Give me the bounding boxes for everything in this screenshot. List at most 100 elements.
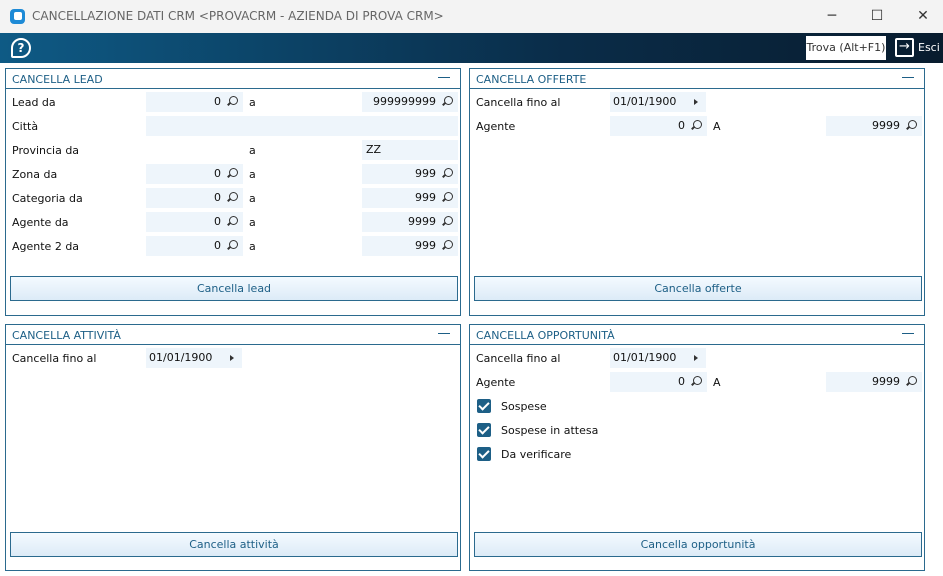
window-title: CANCELLAZIONE DATI CRM <PROVACRM - AZIEN… xyxy=(32,9,444,23)
agent-from-input[interactable]: 0 xyxy=(610,372,707,392)
checkbox-label: Sospese in attesa xyxy=(501,424,599,437)
agent-from-input[interactable]: 0 xyxy=(610,116,707,136)
range-to-input[interactable]: 999 xyxy=(362,164,458,184)
value: 999 xyxy=(415,191,436,204)
collapse-icon[interactable] xyxy=(438,77,450,78)
value: 0 xyxy=(214,239,221,252)
range-from-input[interactable]: 0 xyxy=(146,92,243,112)
search-icon[interactable] xyxy=(693,376,702,385)
agent-to-input[interactable]: 9999 xyxy=(826,372,922,392)
range-to-input[interactable]: 999999999 xyxy=(362,92,458,112)
search-icon[interactable] xyxy=(229,240,238,249)
date-arrow-icon[interactable] xyxy=(230,355,234,361)
search-icon[interactable] xyxy=(229,168,238,177)
date-arrow-icon[interactable] xyxy=(694,99,698,105)
minimize-button[interactable]: ─ xyxy=(817,6,847,26)
range-from-input[interactable] xyxy=(146,140,243,160)
agent-to-input[interactable]: 9999 xyxy=(826,116,922,136)
date-value: 01/01/1900 xyxy=(613,351,677,364)
date-field[interactable]: 01/01/1900 xyxy=(146,348,242,368)
checkbox-sospese[interactable] xyxy=(477,399,491,413)
search-icon[interactable] xyxy=(444,240,453,249)
range-from-input[interactable]: 0 xyxy=(146,188,243,208)
value: 0 xyxy=(678,119,685,132)
value: 0 xyxy=(678,375,685,388)
row-label: Zona da xyxy=(12,168,58,181)
value: 0 xyxy=(214,167,221,180)
date-field[interactable]: 01/01/1900 xyxy=(610,92,706,112)
panel-title: CANCELLA OFFERTE xyxy=(476,73,587,86)
value: 999999999 xyxy=(373,95,436,108)
search-icon[interactable] xyxy=(229,192,238,201)
panel-cancella-opportunita: CANCELLA OPPORTUNITÀ Cancella fino al 01… xyxy=(469,324,925,571)
date-value: 01/01/1900 xyxy=(149,351,213,364)
maximize-button[interactable]: ☐ xyxy=(862,6,892,26)
search-icon[interactable] xyxy=(444,216,453,225)
date-field[interactable]: 01/01/1900 xyxy=(610,348,706,368)
panel-cancella-offerte: CANCELLA OFFERTE Cancella fino al 01/01/… xyxy=(469,68,925,316)
collapse-icon[interactable] xyxy=(902,77,914,78)
row-label: Agente 2 da xyxy=(12,240,80,253)
range-separator: a xyxy=(249,192,256,205)
agent-label: Agente xyxy=(476,120,516,133)
panel-title: CANCELLA ATTIVITÀ xyxy=(12,329,121,342)
cancella-lead-button[interactable]: Cancella lead xyxy=(10,276,458,301)
cancella-offerte-button[interactable]: Cancella offerte xyxy=(474,276,922,301)
range-from-input[interactable]: 0 xyxy=(146,164,243,184)
checkbox-da-verificare[interactable] xyxy=(477,447,491,461)
range-separator: A xyxy=(713,120,721,133)
checkbox-label: Da verificare xyxy=(501,448,572,461)
row-label: Agente da xyxy=(12,216,69,229)
search-icon[interactable] xyxy=(444,192,453,201)
panel-cancella-attivita: CANCELLA ATTIVITÀ Cancella fino al 01/01… xyxy=(5,324,461,571)
collapse-icon[interactable] xyxy=(902,333,914,334)
value: 9999 xyxy=(408,215,436,228)
value: 999 xyxy=(415,239,436,252)
row-label: Categoria da xyxy=(12,192,83,205)
panel-cancella-lead: CANCELLA LEAD Lead da 0 a 999999999 Città Pro… xyxy=(5,68,461,316)
date-label: Cancella fino al xyxy=(476,352,561,365)
value: 0 xyxy=(214,191,221,204)
row-label: Lead da xyxy=(12,96,56,109)
panel-title: CANCELLA LEAD xyxy=(12,73,103,86)
search-icon[interactable] xyxy=(908,376,917,385)
date-arrow-icon[interactable] xyxy=(694,355,698,361)
row-label: Provincia da xyxy=(12,144,80,157)
value: 0 xyxy=(214,95,221,108)
search-icon[interactable] xyxy=(444,168,453,177)
range-to-input[interactable]: 999 xyxy=(362,236,458,256)
search-icon[interactable] xyxy=(229,96,238,105)
help-icon[interactable]: ? xyxy=(11,38,31,58)
value: 9999 xyxy=(872,119,900,132)
range-separator: A xyxy=(713,376,721,389)
value: ZZ xyxy=(366,143,382,156)
search-icon[interactable] xyxy=(444,96,453,105)
value: 0 xyxy=(214,215,221,228)
app-icon xyxy=(10,9,25,24)
range-to-input[interactable]: 9999 xyxy=(362,212,458,232)
search-icon[interactable] xyxy=(229,216,238,225)
search-icon[interactable] xyxy=(908,120,917,129)
range-from-input[interactable]: 0 xyxy=(146,212,243,232)
collapse-icon[interactable] xyxy=(438,333,450,334)
value: 9999 xyxy=(872,375,900,388)
cancella-opportunita-button[interactable]: Cancella opportunità xyxy=(474,532,922,557)
city-input[interactable] xyxy=(146,116,458,136)
cancella-attivita-button[interactable]: Cancella attività xyxy=(10,532,458,557)
toolbar: ? Trova (Alt+F1) → Esci xyxy=(0,33,943,63)
search-icon[interactable] xyxy=(693,120,702,129)
range-from-input[interactable]: 0 xyxy=(146,236,243,256)
range-to-input[interactable]: 999 xyxy=(362,188,458,208)
find-button[interactable]: Trova (Alt+F1) xyxy=(806,36,886,60)
range-separator: a xyxy=(249,240,256,253)
exit-icon[interactable]: → xyxy=(895,38,914,57)
title-bar: CANCELLAZIONE DATI CRM <PROVACRM - AZIEN… xyxy=(0,0,943,33)
close-button[interactable]: ✕ xyxy=(908,6,938,26)
range-to-input[interactable]: ZZ xyxy=(362,140,458,160)
range-separator: a xyxy=(249,216,256,229)
exit-button[interactable]: Esci xyxy=(918,41,940,54)
checkbox-sospese-in-attesa[interactable] xyxy=(477,423,491,437)
panel-title: CANCELLA OPPORTUNITÀ xyxy=(476,329,615,342)
checkbox-label: Sospese xyxy=(501,400,547,413)
date-label: Cancella fino al xyxy=(12,352,97,365)
